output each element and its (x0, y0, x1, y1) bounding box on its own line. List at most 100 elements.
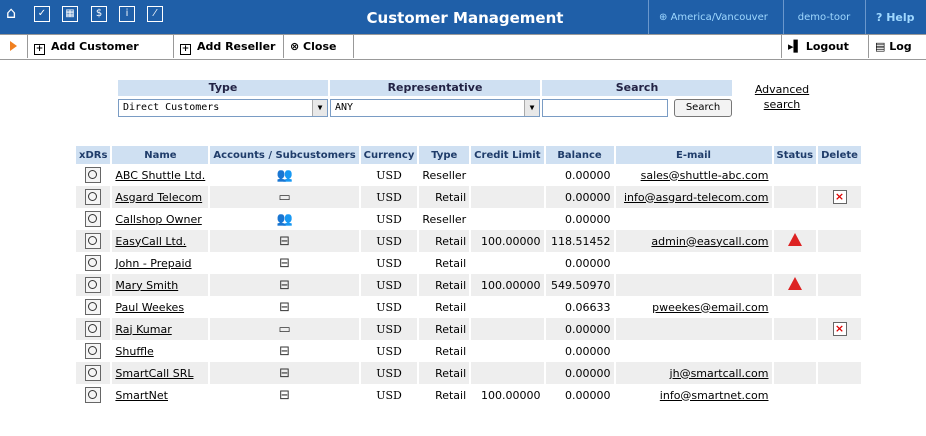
chevron-down-icon: ▼ (524, 100, 539, 116)
type-cell: Reseller (418, 164, 472, 186)
accounts-icon[interactable]: ⊟ (279, 234, 290, 249)
log-button[interactable]: ▤ Log (868, 35, 926, 58)
customer-name-link[interactable]: John - Prepaid (115, 257, 191, 270)
accounts-icon[interactable]: ⊟ (279, 256, 290, 271)
magnifier-icon[interactable] (85, 211, 102, 227)
magnifier-icon[interactable] (85, 387, 102, 403)
plus-icon: + (180, 44, 191, 55)
customer-name-link[interactable]: EasyCall Ltd. (115, 235, 186, 248)
checkbox-icon[interactable]: ✓ (34, 6, 50, 22)
col-accounts[interactable]: Accounts / Subcustomers (209, 146, 361, 164)
table-row: John - Prepaid ⊟ USD Retail 0.00000 (76, 252, 863, 274)
table-row: Shuffle ⊟ USD Retail 0.00000 (76, 340, 863, 362)
delete-icon[interactable]: × (832, 190, 847, 204)
accounts-icon[interactable]: ▭ (278, 322, 290, 337)
add-customer-button[interactable]: + Add Customer (27, 35, 170, 58)
representative-select[interactable]: ANY ▼ (330, 99, 540, 117)
delete-cell: × (817, 318, 863, 340)
delete-cell (817, 208, 863, 230)
clock-icon: ⊕ (659, 12, 671, 23)
magnifier-icon[interactable] (85, 321, 102, 337)
home-icon[interactable]: ⌂ (6, 4, 16, 22)
col-name[interactable]: Name (111, 146, 211, 164)
col-balance[interactable]: Balance (544, 146, 616, 164)
accounts-icon[interactable]: ⊟ (279, 388, 290, 403)
magnifier-icon[interactable] (85, 255, 102, 271)
search-input[interactable] (542, 99, 668, 117)
accounts-cell: ⊟ (209, 296, 361, 318)
col-currency[interactable]: Currency (359, 146, 420, 164)
col-xdrs[interactable]: xDRs (76, 146, 113, 164)
accounts-icon[interactable]: 👥 (276, 168, 292, 183)
magnifier-icon[interactable] (85, 343, 102, 359)
magnifier-icon[interactable] (85, 365, 102, 381)
accounts-icon[interactable]: ⊟ (279, 300, 290, 315)
magnifier-icon[interactable] (85, 299, 102, 315)
col-email[interactable]: E-mail (614, 146, 774, 164)
col-delete[interactable]: Delete (817, 146, 863, 164)
user-link[interactable]: demo-toor (783, 0, 864, 34)
customer-name-link[interactable]: SmartCall SRL (115, 367, 193, 380)
credit-limit-cell: 100.00000 (470, 274, 546, 296)
grid-icon[interactable]: ▦ (62, 6, 78, 22)
currency-cell: USD (359, 230, 420, 252)
email-link[interactable]: sales@shuttle-abc.com (641, 169, 769, 182)
type-cell: Retail (418, 340, 472, 362)
name-cell: SmartCall SRL (111, 362, 211, 384)
help-link[interactable]: ? Help (865, 0, 926, 34)
magnifier-icon[interactable] (85, 167, 102, 183)
accounts-icon[interactable]: 👥 (276, 212, 292, 227)
logout-icon: ▸▌ (788, 40, 806, 53)
magnifier-icon[interactable] (85, 233, 102, 249)
credit-limit-cell (470, 208, 546, 230)
type-select[interactable]: Direct Customers ▼ (118, 99, 328, 117)
add-reseller-button[interactable]: + Add Reseller (173, 35, 283, 58)
close-button[interactable]: ⊗ Close (283, 35, 353, 58)
name-cell: EasyCall Ltd. (111, 230, 211, 252)
magnifier-icon[interactable] (85, 189, 102, 205)
xdr-cell (76, 318, 113, 340)
accounts-icon[interactable]: ⊟ (279, 278, 290, 293)
balance-cell: 0.06633 (544, 296, 616, 318)
customer-name-link[interactable]: Mary Smith (115, 279, 178, 292)
col-status[interactable]: Status (772, 146, 819, 164)
search-button[interactable]: Search (674, 99, 732, 117)
col-type[interactable]: Type (418, 146, 472, 164)
email-link[interactable]: jh@smartcall.com (670, 367, 769, 380)
chart-icon[interactable]: ⁄ (147, 6, 163, 22)
delete-cell (817, 340, 863, 362)
email-cell: sales@shuttle-abc.com (614, 164, 774, 186)
magnifier-icon[interactable] (85, 277, 102, 293)
table-row: SmartCall SRL ⊟ USD Retail 0.00000 jh@smartca… (76, 362, 863, 384)
name-cell: Paul Weekes (111, 296, 211, 318)
delete-icon[interactable]: × (832, 322, 847, 336)
timezone-link[interactable]: ⊕ America/Vancouver (648, 0, 778, 34)
status-cell (772, 384, 819, 406)
customer-name-link[interactable]: Shuffle (115, 345, 153, 358)
dollar-icon[interactable]: $ (91, 6, 107, 22)
credit-limit-cell (470, 252, 546, 274)
accounts-icon[interactable]: ▭ (278, 190, 290, 205)
col-credit-limit[interactable]: Credit Limit (470, 146, 546, 164)
email-link[interactable]: info@smartnet.com (660, 389, 769, 402)
plus-icon: + (34, 44, 45, 55)
accounts-icon[interactable]: ⊟ (279, 366, 290, 381)
currency-cell: USD (359, 252, 420, 274)
credit-limit-cell (470, 340, 546, 362)
email-link[interactable]: info@asgard-telecom.com (624, 191, 769, 204)
email-link[interactable]: pweekes@email.com (652, 301, 768, 314)
advanced-search-link[interactable]: Advanced search (752, 82, 812, 112)
balance-cell: 0.00000 (544, 340, 616, 362)
customer-name-link[interactable]: Paul Weekes (115, 301, 184, 314)
customer-name-link[interactable]: Asgard Telecom (115, 191, 202, 204)
credit-limit-cell (470, 362, 546, 384)
customer-name-link[interactable]: SmartNet (115, 389, 168, 402)
accounts-icon[interactable]: ⊟ (279, 344, 290, 359)
customer-name-link[interactable]: Callshop Owner (115, 213, 201, 226)
logout-button[interactable]: ▸▌ Logout (781, 35, 868, 58)
email-link[interactable]: admin@easycall.com (651, 235, 768, 248)
customer-name-link[interactable]: Raj Kumar (115, 323, 171, 336)
customer-name-link[interactable]: ABC Shuttle Ltd. (115, 169, 205, 182)
info-icon[interactable]: i (119, 6, 135, 22)
table-row: ABC Shuttle Ltd. 👥 USD Reseller 0.00000 sales… (76, 164, 863, 186)
